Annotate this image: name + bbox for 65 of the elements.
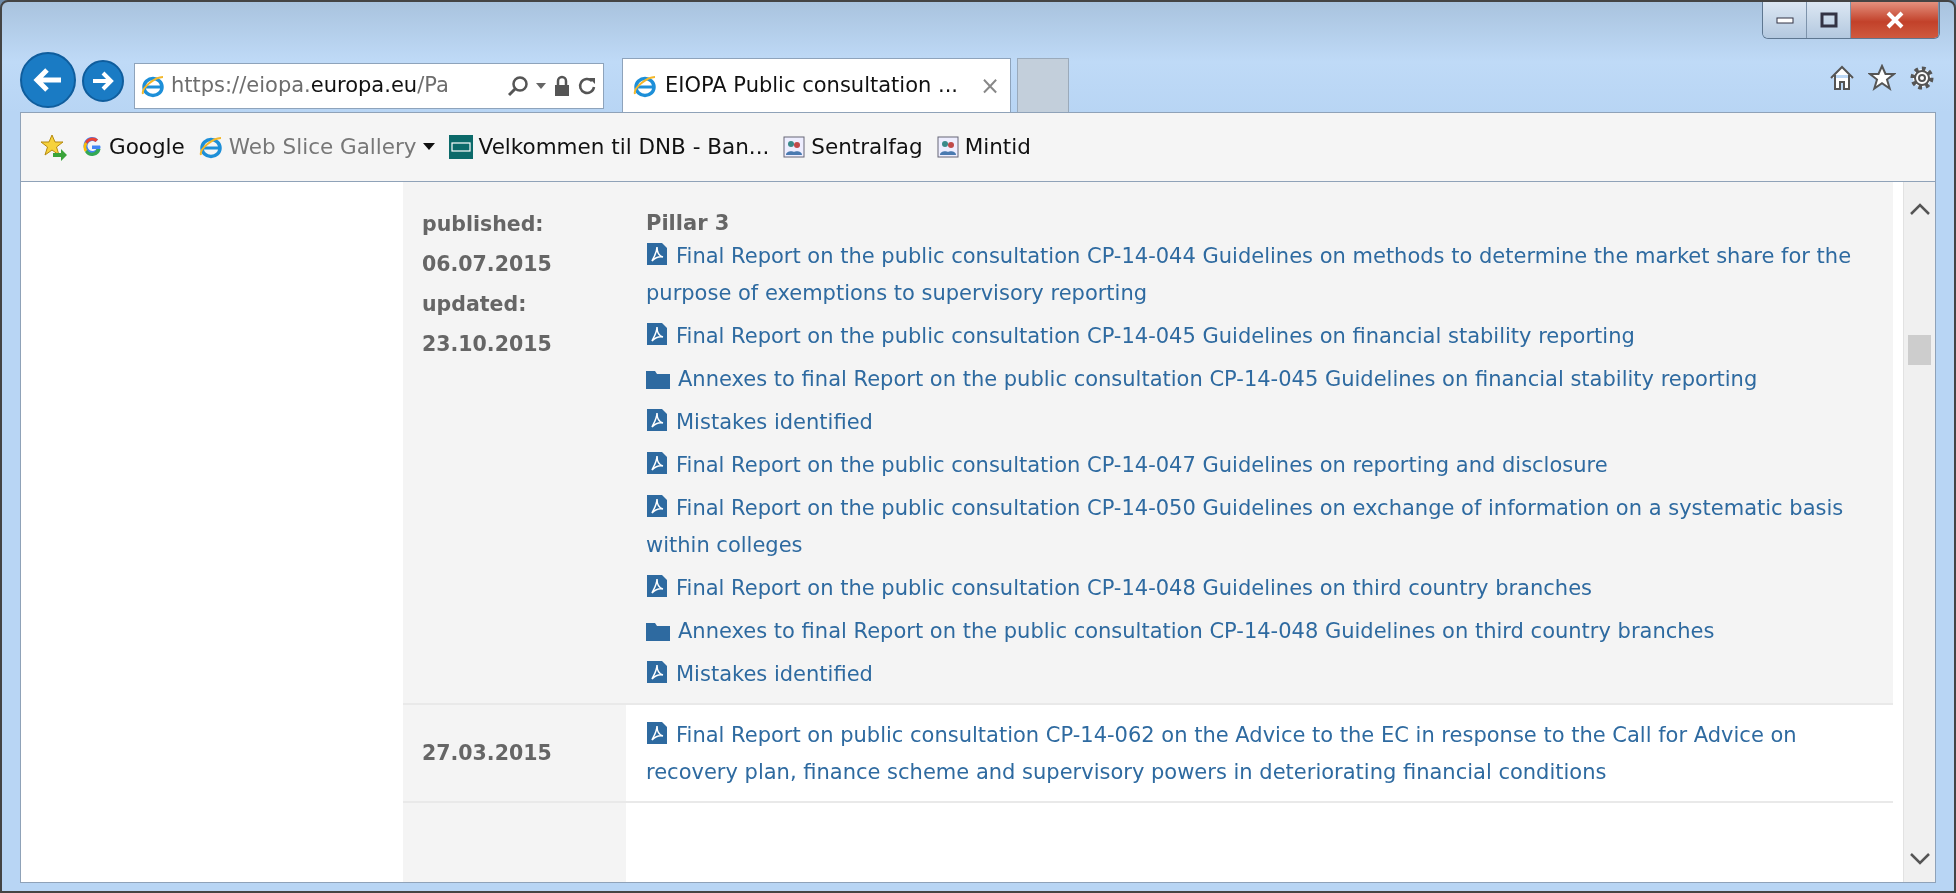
back-arrow-icon xyxy=(33,67,63,93)
forward-button[interactable] xyxy=(82,60,124,102)
pdf-icon xyxy=(646,660,668,684)
favorites-link[interactable]: Velkommen til DNB - Ban... xyxy=(448,130,770,164)
close-button[interactable] xyxy=(1851,2,1939,38)
scroll-down-icon[interactable] xyxy=(1909,852,1931,866)
date-text: updated: xyxy=(422,291,528,318)
minimize-button[interactable] xyxy=(1763,2,1807,38)
favorites-link[interactable]: Web Slice Gallery xyxy=(198,130,435,164)
dropdown-icon[interactable] xyxy=(535,82,547,90)
people-icon xyxy=(783,136,806,158)
pdf-icon xyxy=(646,322,668,346)
tile-icon xyxy=(448,135,473,159)
maximize-button[interactable] xyxy=(1807,2,1851,38)
document-link[interactable]: Final Report on the public consultation CP-14-048 Guidelines on third country branches xyxy=(646,570,1863,607)
favorites-link[interactable]: Google xyxy=(81,130,185,164)
people-icon xyxy=(936,136,959,158)
close-icon xyxy=(1884,11,1905,29)
lock-icon xyxy=(553,75,571,97)
dropdown-icon xyxy=(422,143,435,151)
pdf-icon xyxy=(646,574,668,598)
folder-icon xyxy=(646,369,670,389)
favorites-star-icon[interactable] xyxy=(39,133,67,161)
document-link[interactable]: Final Report on public consultation CP-14-062 on the Advice to the EC in response to the Call for Advice on recovery plan, finance scheme and supervisory powers in deteriorating financial conditions xyxy=(646,717,1863,791)
folder-icon xyxy=(646,621,670,641)
g-logo-icon xyxy=(81,136,103,158)
date-text: published: xyxy=(422,211,545,238)
section-heading: Pillar 3 xyxy=(646,210,731,237)
pdf-icon xyxy=(646,721,668,745)
pdf-icon xyxy=(646,242,668,266)
document-link[interactable]: Annexes to final Report on the public consultation CP-14-048 Guidelines on third country branches xyxy=(646,613,1863,650)
minimize-icon xyxy=(1775,16,1794,24)
home-icon[interactable] xyxy=(1828,64,1856,92)
scroll-thumb[interactable] xyxy=(1908,335,1931,365)
url-text: https://eiopa.europa.eu/Pa xyxy=(171,72,450,100)
web-slice-icon xyxy=(198,135,223,159)
document-link[interactable]: Final Report on the public consultation CP-14-047 Guidelines on reporting and disclosure xyxy=(646,447,1863,484)
document-link[interactable]: Final Report on the public consultation CP-14-045 Guidelines on financial stability reporting xyxy=(646,318,1863,355)
back-button[interactable] xyxy=(20,52,76,108)
refresh-icon[interactable] xyxy=(577,76,597,96)
scroll-up-icon[interactable] xyxy=(1909,202,1931,216)
forward-arrow-icon xyxy=(92,71,114,91)
pdf-icon xyxy=(646,451,668,475)
pdf-icon xyxy=(646,408,668,432)
search-icon[interactable] xyxy=(507,75,529,97)
browser-tab[interactable]: EIOPA Public consultation ... × xyxy=(622,58,1012,112)
document-link[interactable]: Final Report on the public consultation CP-14-044 Guidelines on methods to determine the market share for the purpose of exemptions to supervisory reporting xyxy=(646,238,1863,312)
document-link[interactable]: Annexes to final Report on the public consultation CP-14-045 Guidelines on financial stability reporting xyxy=(646,361,1863,398)
date-text: 27.03.2015 xyxy=(422,740,553,767)
document-link[interactable]: Mistakes identified xyxy=(646,656,1863,693)
tab-close-button[interactable]: × xyxy=(966,73,1001,98)
date-text: 23.10.2015 xyxy=(422,331,553,358)
address-field[interactable]: https://eiopa.europa.eu/Pa xyxy=(134,63,604,109)
document-link[interactable]: Mistakes identified xyxy=(646,404,1863,441)
pdf-icon xyxy=(646,494,668,518)
date-text: 06.07.2015 xyxy=(422,251,553,278)
maximize-icon xyxy=(1819,12,1838,28)
settings-icon[interactable] xyxy=(1908,64,1936,92)
browser-icon xyxy=(633,73,657,98)
favorites-star-icon[interactable] xyxy=(1868,64,1896,92)
favorites-link[interactable]: Mintid xyxy=(936,130,1031,164)
browser-icon xyxy=(141,74,165,98)
scrollbar[interactable] xyxy=(1903,182,1935,882)
document-link[interactable]: Final Report on the public consultation CP-14-050 Guidelines on exchange of information on a systematic basis within colleges xyxy=(646,490,1863,564)
favorites-link[interactable]: Sentralfag xyxy=(783,130,923,164)
